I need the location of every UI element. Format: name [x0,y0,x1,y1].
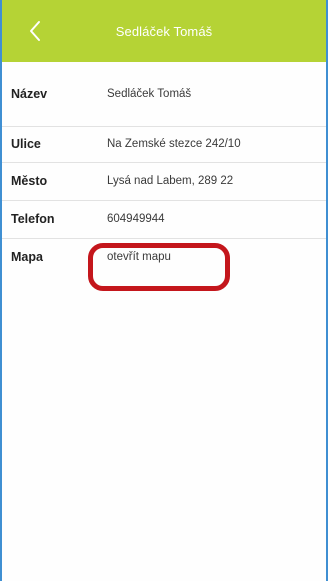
detail-row-telefon: Telefon 604949944 [2,200,326,239]
detail-value: Na Zemské stezce 242/10 [107,138,241,150]
detail-label: Telefon [11,212,55,226]
detail-value: Lysá nad Labem, 289 22 [107,175,234,187]
phone-link[interactable]: 604949944 [107,213,165,225]
detail-row-mesto: Město Lysá nad Labem, 289 22 [2,162,326,201]
detail-label: Město [11,174,48,188]
detail-row-mapa: Mapa otevřít mapu [2,238,326,276]
detail-label: Ulice [11,137,41,151]
app-screen: Sedláček Tomáš Název Sedláček Tomáš Ulic… [0,0,328,581]
open-map-link[interactable]: otevřít mapu [107,251,171,263]
detail-label: Název [11,87,48,101]
detail-row-nazev: Název Sedláček Tomáš [2,62,326,127]
detail-label: Mapa [11,250,43,264]
detail-row-ulice: Ulice Na Zemské stezce 242/10 [2,126,326,163]
page-title: Sedláček Tomáš [115,23,213,39]
detail-value: Sedláček Tomáš [107,88,192,100]
top-bar: Sedláček Tomáš [2,0,326,62]
